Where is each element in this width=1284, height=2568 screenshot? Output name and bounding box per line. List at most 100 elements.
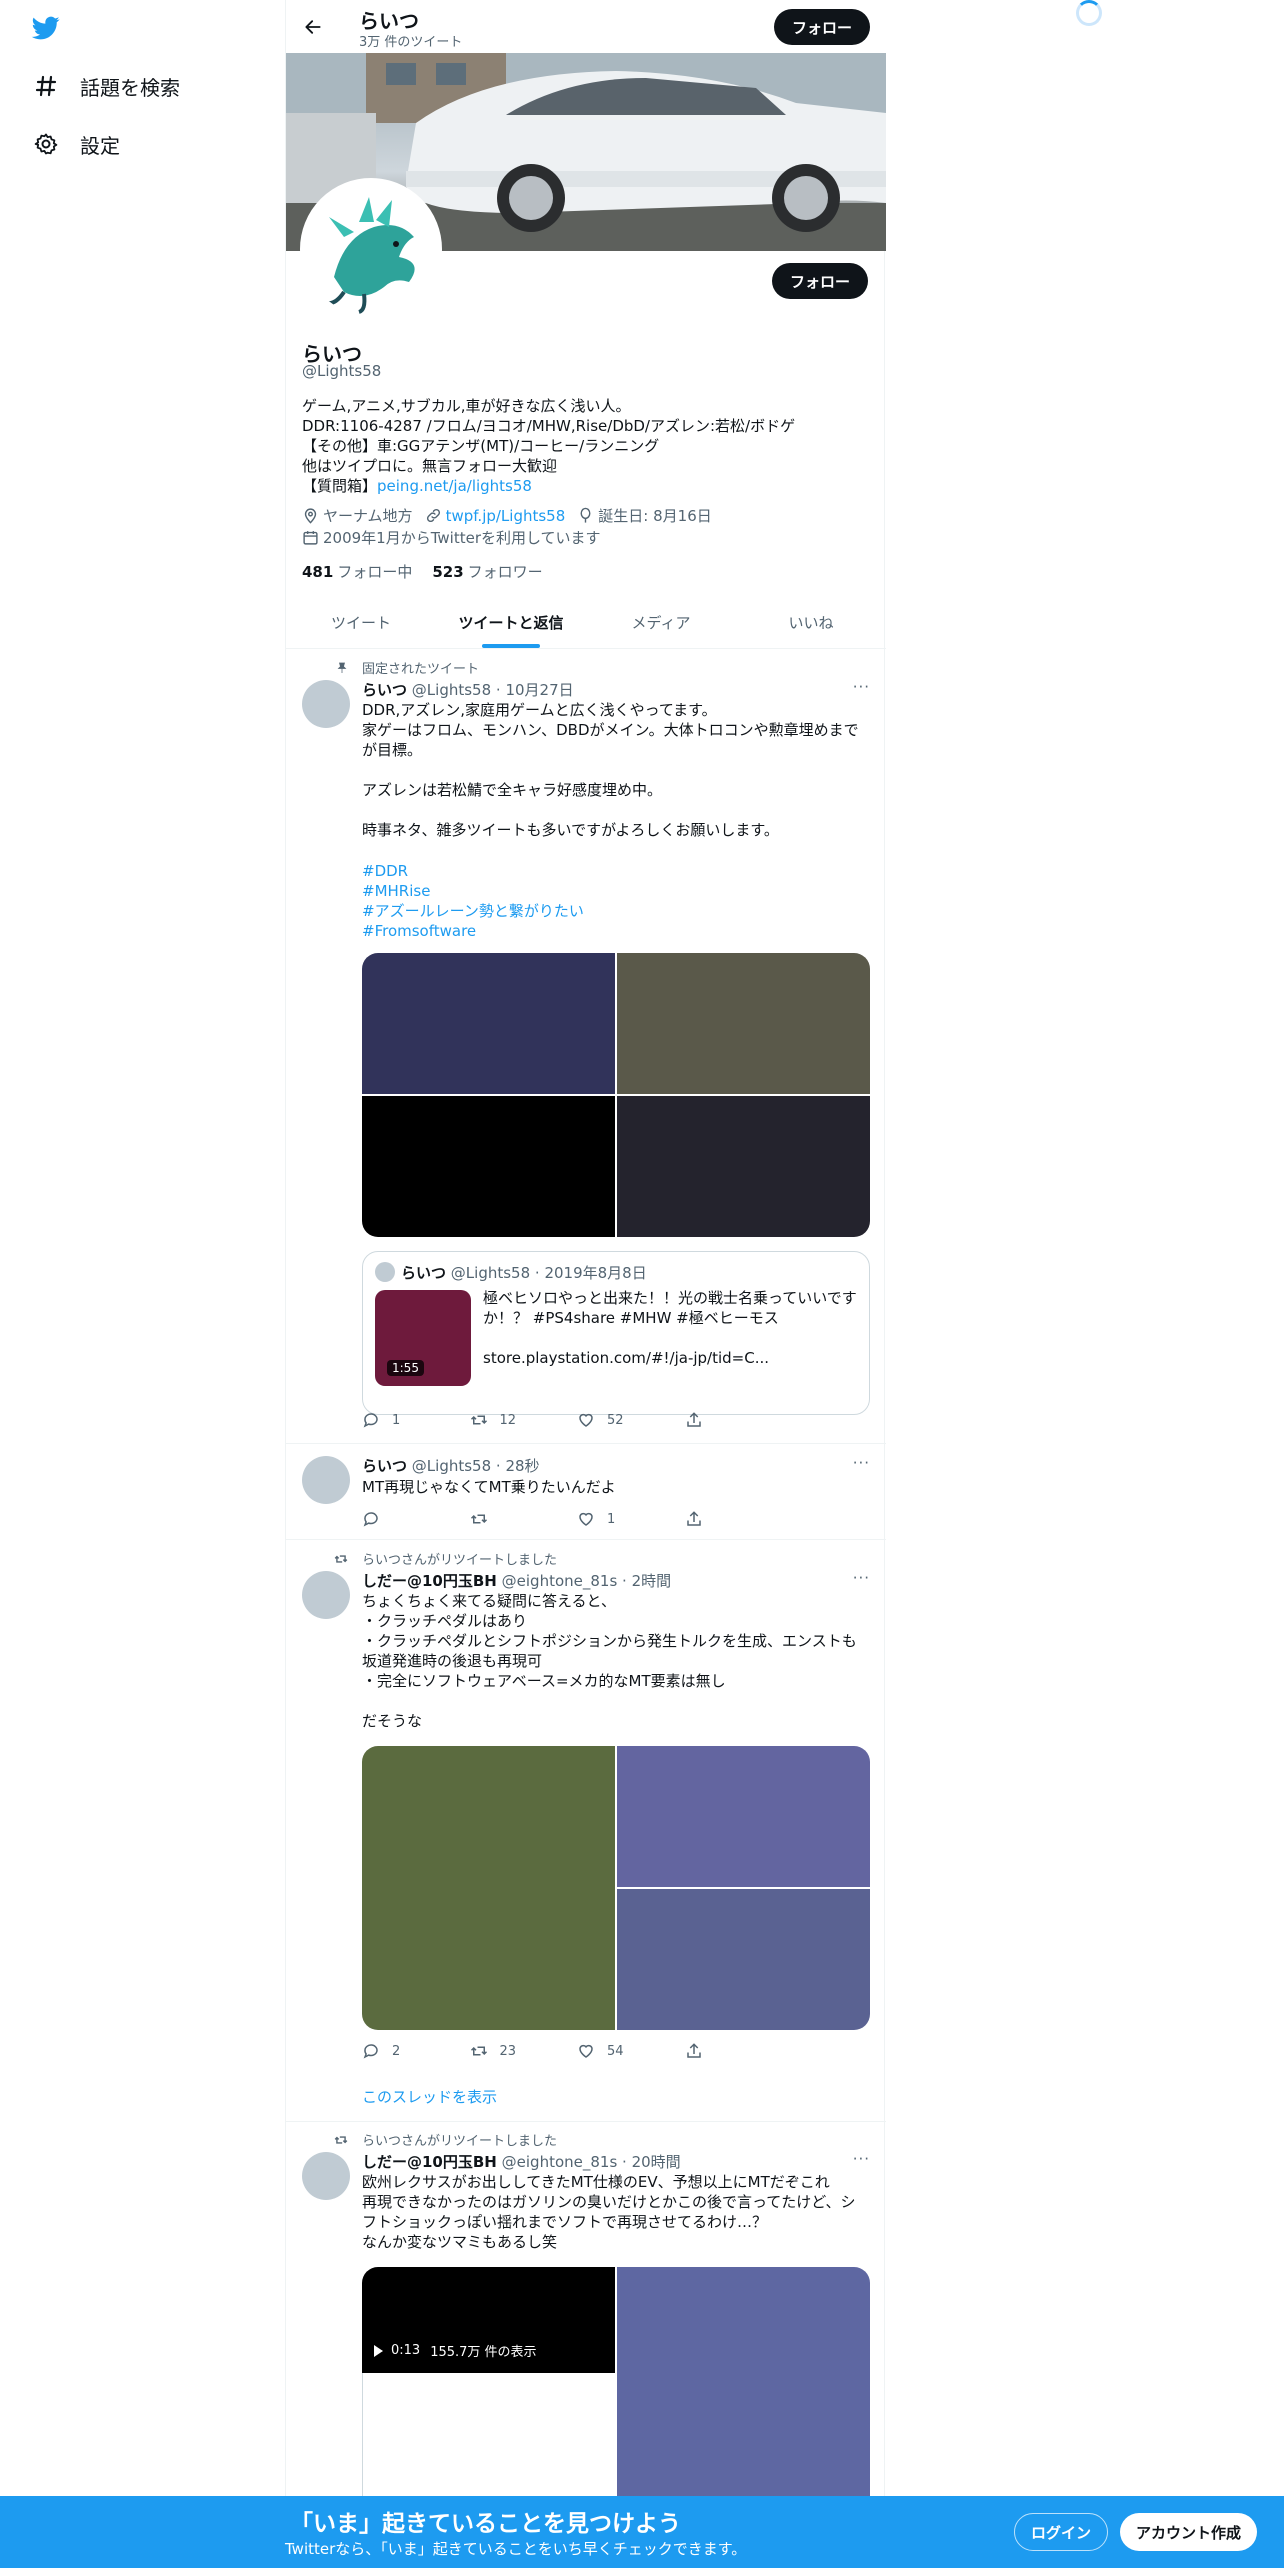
more-icon[interactable]: ··· <box>853 2150 870 2168</box>
tweet-author-name[interactable]: らいつ <box>362 1457 407 1475</box>
tweet-author-name[interactable]: しだー@10円玉BH <box>362 1572 497 1590</box>
arrow-left-icon <box>305 20 321 34</box>
like-button[interactable]: 1 <box>577 1510 685 1528</box>
tweet-author-handle[interactable]: @Lights58 <box>412 1457 491 1475</box>
tweet-author-name[interactable]: らいつ <box>362 681 407 699</box>
retweet-label-text[interactable]: らいつさんがリツイートしました <box>362 2130 557 2149</box>
share-icon <box>686 1511 701 1526</box>
signup-button[interactable]: アカウント作成 <box>1120 2513 1258 2551</box>
hashtag-link[interactable]: #アズールレーン勢と繋がりたい <box>362 901 584 921</box>
bio-question-link[interactable]: peing.net/ja/lights58 <box>377 477 532 495</box>
profile-website-link[interactable]: twpf.jp/Lights58 <box>446 507 566 525</box>
signup-banner-title: 「いま」起きていることを見つけよう <box>290 2511 681 2537</box>
share-button[interactable] <box>685 2042 793 2060</box>
tweet-reply[interactable]: らいつ @Lights58 · 28秒 ··· MT再現じゃなくてMT乗りたいん… <box>286 1444 886 1540</box>
play-icon <box>374 2344 383 2357</box>
retweet-icon <box>470 1415 487 1425</box>
tweet-time[interactable]: 20時間 <box>632 2153 681 2171</box>
tweet-pinned[interactable]: 固定されたツイート らいつ @Lights58 · 10月27日 ··· DDR… <box>286 650 886 1444</box>
tab-media[interactable]: メディア <box>586 596 736 648</box>
location-icon <box>304 508 317 524</box>
media-image[interactable] <box>362 1096 615 1237</box>
followers-stat[interactable]: 523 フォロワー <box>432 561 542 582</box>
bio-line: ゲーム,アニメ,サブカル,車が好きな広く浅い人。 <box>302 397 631 415</box>
tweet-time[interactable]: 28秒 <box>505 1457 539 1475</box>
media-image[interactable] <box>362 953 615 1094</box>
quote-text: 極ベヒソロやっと出来た！！光の戦士名乗っていいですか！？ #PS4share #… <box>483 1289 857 1367</box>
reply-count: 1 <box>392 1412 401 1428</box>
tweet-author-handle[interactable]: @eightone_81s <box>502 2153 618 2171</box>
profile-handle: @Lights58 <box>302 362 382 380</box>
hashtag-link[interactable]: #Fromsoftware <box>362 921 584 941</box>
share-icon <box>686 2043 701 2058</box>
bio-line: 【その他】車:GGアテンザ(MT)/コーヒー/ランニング <box>302 437 660 455</box>
heart-icon <box>579 2044 593 2058</box>
avatar[interactable] <box>302 680 350 728</box>
quoted-tweet[interactable]: らいつ @Lights58 · 2019年8月8日 1:55 極ベヒソロやっと出… <box>362 1251 870 1415</box>
profile-stats: 481 フォロー中 523 フォロワー <box>302 561 563 582</box>
like-button[interactable]: 52 <box>577 1411 685 1429</box>
profile-bio: ゲーム,アニメ,サブカル,車が好きな広く浅い人。 DDR:1106-4287 /… <box>302 396 862 496</box>
profile-avatar[interactable] <box>300 178 442 320</box>
retweet-button[interactable]: 12 <box>470 1411 578 1429</box>
retweet-label-text[interactable]: らいつさんがリツイートしました <box>362 1549 557 1568</box>
tab-label: いいね <box>788 613 834 632</box>
share-button[interactable] <box>685 1510 793 1528</box>
media-image[interactable] <box>617 1889 870 2030</box>
media-video[interactable]: 0:13 155.7万 件の表示 <box>362 2267 615 2373</box>
login-button[interactable]: ログイン <box>1014 2513 1109 2551</box>
nav-explore[interactable]: 話題を検索 <box>32 66 180 106</box>
tab-tweets-and-replies[interactable]: ツイートと返信 <box>436 596 586 648</box>
tweet-actions: 1 12 52 <box>362 1411 792 1429</box>
avatar[interactable] <box>302 1456 350 1504</box>
media-image[interactable] <box>617 1096 870 1237</box>
nav-settings[interactable]: 設定 <box>32 124 120 164</box>
tweet-author-handle[interactable]: @Lights58 <box>412 681 491 699</box>
tab-label: ツイート <box>330 613 391 632</box>
tweet-author-handle[interactable]: @eightone_81s <box>502 1572 618 1590</box>
back-button[interactable] <box>298 12 328 42</box>
video-overlay: 0:13 155.7万 件の表示 <box>374 2341 537 2360</box>
share-button[interactable] <box>685 1411 793 1429</box>
tweet-time[interactable]: 10月27日 <box>505 681 573 699</box>
reply-button[interactable] <box>362 1510 470 1528</box>
reply-button[interactable]: 2 <box>362 2042 470 2060</box>
retweet-icon <box>334 1554 348 1563</box>
more-icon[interactable]: ··· <box>853 1454 870 1472</box>
more-icon[interactable]: ··· <box>853 1569 870 1587</box>
media-image[interactable] <box>362 1746 615 2030</box>
quote-author-handle: @Lights58 <box>450 1264 531 1282</box>
media-image[interactable] <box>617 953 870 1094</box>
quote-video-thumbnail[interactable]: 1:55 <box>375 1290 471 1386</box>
tweet-author-name[interactable]: しだー@10円玉BH <box>362 2153 497 2171</box>
retweet-icon <box>334 2135 348 2144</box>
tab-likes[interactable]: いいね <box>736 596 886 648</box>
twitter-logo-icon[interactable] <box>30 14 62 42</box>
show-thread-link[interactable]: このスレッドを表示 <box>362 2086 497 2107</box>
retweet-label: らいつさんがリツイートしました <box>332 2130 557 2149</box>
tweet-hashtags: #DDR #MHRise #アズールレーン勢と繋がりたい #Fromsoftwa… <box>362 861 584 941</box>
tab-tweets[interactable]: ツイート <box>286 596 436 648</box>
header-follow-button[interactable]: フォロー <box>773 9 870 45</box>
hashtag-link[interactable]: #MHRise <box>362 881 584 901</box>
more-icon[interactable]: ··· <box>853 678 870 696</box>
profile-follow-button[interactable]: フォロー <box>771 263 868 299</box>
reply-icon <box>363 1512 378 1527</box>
avatar[interactable] <box>302 1571 350 1619</box>
hashtag-link[interactable]: #DDR <box>362 861 584 881</box>
tweet-retweet[interactable]: らいつさんがリツイートしました しだー@10円玉BH @eightone_81s… <box>286 1540 886 2122</box>
media-image[interactable] <box>617 1746 870 1887</box>
video-time: 0:13 <box>391 2343 421 2358</box>
header-name: らいつ <box>359 9 419 33</box>
avatar[interactable] <box>302 2152 350 2200</box>
profile-joined: 2009年1月からTwitterを利用しています <box>323 529 601 547</box>
like-button[interactable]: 54 <box>577 2042 685 2060</box>
reply-button[interactable]: 1 <box>362 1411 470 1429</box>
retweet-button[interactable]: 23 <box>470 2042 578 2060</box>
retweet-icon <box>470 2046 487 2056</box>
heart-icon <box>579 1413 593 1427</box>
retweet-button[interactable] <box>470 1510 578 1528</box>
tweet-text: 欧州レクサスがお出ししてきたMT仕様のEV、予想以上にMTだぞこれ 再現できなか… <box>362 2173 856 2251</box>
following-stat[interactable]: 481 フォロー中 <box>302 561 412 582</box>
tweet-time[interactable]: 2時間 <box>632 1572 672 1590</box>
